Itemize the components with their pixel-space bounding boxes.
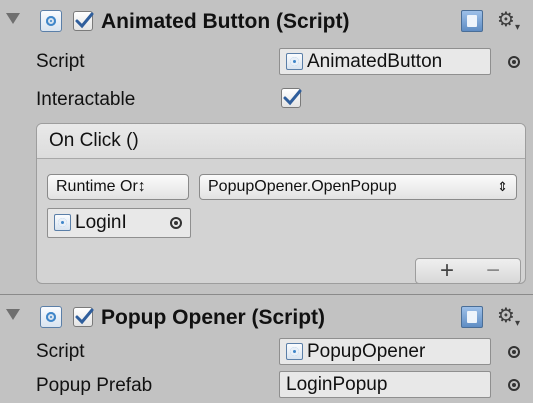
object-picker-icon[interactable] <box>508 379 520 391</box>
script-field-value: PopupOpener <box>307 341 426 362</box>
interactable-label: Interactable <box>36 89 136 110</box>
popup-prefab-value: LoginPopup <box>286 374 388 395</box>
component-divider <box>0 294 533 295</box>
dropdown-arrows-icon: ⇕ <box>497 179 508 194</box>
csharp-script-icon <box>40 306 62 328</box>
popup-opener-header[interactable]: Popup Opener (Script) ⚙▾ <box>0 296 533 336</box>
script-file-icon <box>286 343 303 360</box>
animated-button-header[interactable]: Animated Button (Script) ⚙▾ <box>0 0 533 40</box>
runtime-mode-value: Runtime Or↕ <box>56 178 146 195</box>
script-field[interactable]: AnimatedButton <box>279 48 491 75</box>
script-label: Script <box>36 341 85 362</box>
on-click-event-box: On Click () Runtime Or↕ PopupOpener.Open… <box>36 123 526 284</box>
component-enabled-checkbox[interactable] <box>73 11 94 31</box>
function-dropdown-value: PopupOpener.OpenPopup <box>208 178 397 195</box>
interactable-checkbox[interactable] <box>281 88 302 108</box>
target-object-value: LoginI <box>75 212 127 233</box>
script-field[interactable]: PopupOpener <box>279 338 491 365</box>
csharp-script-icon <box>40 10 62 32</box>
gear-icon[interactable]: ⚙▾ <box>497 305 520 335</box>
script-label: Script <box>36 51 85 72</box>
object-picker-icon[interactable] <box>508 346 520 358</box>
on-click-title: On Click () <box>49 130 139 151</box>
on-click-header: On Click () <box>37 124 525 159</box>
list-add-remove-buttons: + − <box>415 258 521 283</box>
popup-prefab-field[interactable]: LoginPopup <box>279 371 491 398</box>
gear-icon[interactable]: ⚙▾ <box>497 9 520 39</box>
script-field-value: AnimatedButton <box>307 51 443 72</box>
component-title: Popup Opener (Script) <box>101 306 326 329</box>
target-object-icon <box>54 214 71 231</box>
add-listener-button[interactable]: + <box>440 259 454 283</box>
object-picker-icon[interactable] <box>508 56 520 68</box>
help-icon[interactable] <box>461 10 483 32</box>
component-enabled-checkbox[interactable] <box>73 307 94 327</box>
component-title: Animated Button (Script) <box>101 10 350 33</box>
popup-prefab-label: Popup Prefab <box>36 375 153 396</box>
remove-listener-button[interactable]: − <box>486 259 500 283</box>
foldout-arrow-icon[interactable] <box>6 309 20 320</box>
target-object-picker-icon[interactable] <box>170 217 182 229</box>
help-icon[interactable] <box>461 306 483 328</box>
script-file-icon <box>286 53 303 70</box>
foldout-arrow-icon[interactable] <box>6 13 20 24</box>
function-dropdown[interactable]: PopupOpener.OpenPopup ⇕ <box>199 174 517 200</box>
runtime-mode-dropdown[interactable]: Runtime Or↕ <box>47 174 189 200</box>
